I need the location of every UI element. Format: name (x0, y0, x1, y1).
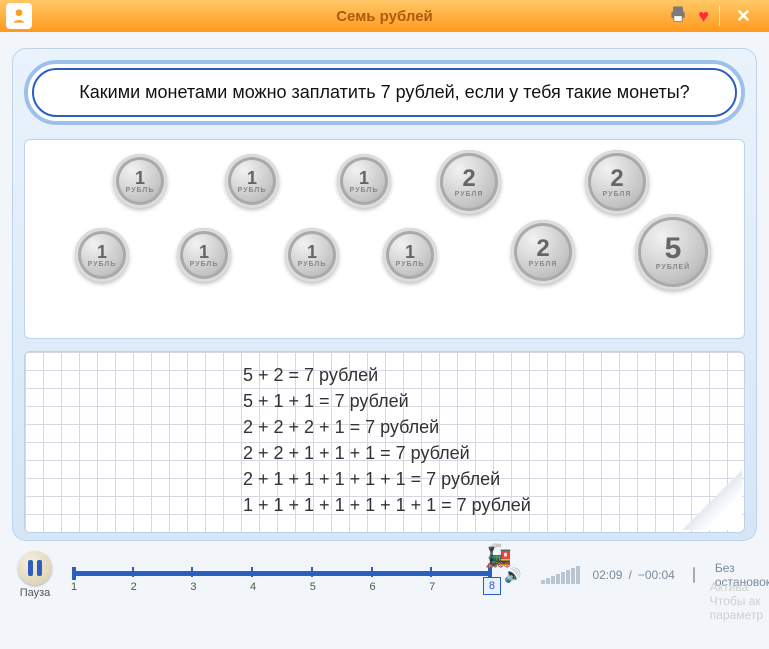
timeline-tick[interactable]: 6 (371, 567, 373, 577)
time-remaining: −00:04 (638, 568, 675, 582)
timeline-tick[interactable]: 4 (251, 567, 253, 577)
coin-1[interactable]: 1РУБЛЬ (285, 228, 339, 282)
nostop-label: Без остановок (715, 561, 769, 589)
volume-bars[interactable] (541, 566, 580, 584)
controls-bar: Пауза 1 2 3 4 5 6 7 8 🚂 🔊 02:09 / −00:04 Без ос… (0, 541, 769, 605)
coin-2[interactable]: 2РУБЛЯ (437, 150, 501, 214)
time-separator: / (628, 568, 631, 582)
pause-icon (28, 560, 42, 576)
close-icon[interactable]: ✕ (730, 6, 757, 27)
answer-line: 5 + 1 + 1 = 7 рублей (243, 388, 732, 414)
print-icon[interactable] (668, 4, 688, 29)
answer-line: 1 + 1 + 1 + 1 + 1 + 1 + 1 = 7 рублей (243, 492, 732, 518)
question-text: Какими монетами можно заплатить 7 рублей… (32, 68, 737, 117)
app-logo (6, 3, 32, 29)
time-elapsed: 02:09 (592, 568, 622, 582)
timeline-tick[interactable]: 1 (72, 567, 74, 577)
timeline[interactable]: 12345678 🚂 (72, 555, 492, 595)
timeline-tick[interactable]: 7 (430, 567, 432, 577)
pause-label: Пауза (20, 587, 51, 599)
answers-panel: 5 + 2 = 7 рублей5 + 1 + 1 = 7 рублей2 + … (24, 351, 745, 533)
coin-5[interactable]: 5РУБЛЕЙ (635, 214, 711, 290)
coin-2[interactable]: 2РУБЛЯ (585, 150, 649, 214)
answer-line: 5 + 2 = 7 рублей (243, 362, 732, 388)
timeline-tick[interactable]: 3 (191, 567, 193, 577)
answer-line: 2 + 2 + 1 + 1 + 1 = 7 рублей (243, 440, 732, 466)
timeline-tick[interactable]: 2 (132, 567, 134, 577)
answer-line: 2 + 1 + 1 + 1 + 1 + 1 = 7 рублей (243, 466, 732, 492)
coin-1[interactable]: 1РУБЛЬ (113, 154, 167, 208)
coin-1[interactable]: 1РУБЛЬ (383, 228, 437, 282)
speaker-icon[interactable]: 🔊 (504, 567, 521, 584)
stage: Какими монетами можно заплатить 7 рублей… (12, 48, 757, 541)
coin-1[interactable]: 1РУБЛЬ (75, 228, 129, 282)
window-title: Семь рублей (0, 8, 769, 25)
coin-1[interactable]: 1РУБЛЬ (177, 228, 231, 282)
page-curl-icon (682, 470, 742, 530)
heart-icon[interactable]: ♥ (698, 6, 709, 27)
timeline-current: 8 (483, 577, 501, 595)
coin-1[interactable]: 1РУБЛЬ (337, 154, 391, 208)
train-icon: 🚂 (485, 543, 512, 569)
time-display: 02:09 / −00:04 (592, 568, 674, 582)
question-bubble: Какими монетами можно заплатить 7 рублей… (24, 60, 745, 125)
nostop-checkbox[interactable] (693, 567, 695, 583)
timeline-tick[interactable]: 5 (311, 567, 313, 577)
answer-line: 2 + 2 + 2 + 1 = 7 рублей (243, 414, 732, 440)
title-bar: Семь рублей ♥ ✕ (0, 0, 769, 32)
pause-button[interactable] (18, 551, 52, 585)
coin-1[interactable]: 1РУБЛЬ (225, 154, 279, 208)
answers-list: 5 + 2 = 7 рублей5 + 1 + 1 = 7 рублей2 + … (243, 362, 732, 518)
coins-panel: 1РУБЛЬ1РУБЛЬ1РУБЛЬ2РУБЛЯ2РУБЛЯ1РУБЛЬ1РУБ… (24, 139, 745, 339)
coin-2[interactable]: 2РУБЛЯ (511, 220, 575, 284)
separator (719, 6, 720, 26)
